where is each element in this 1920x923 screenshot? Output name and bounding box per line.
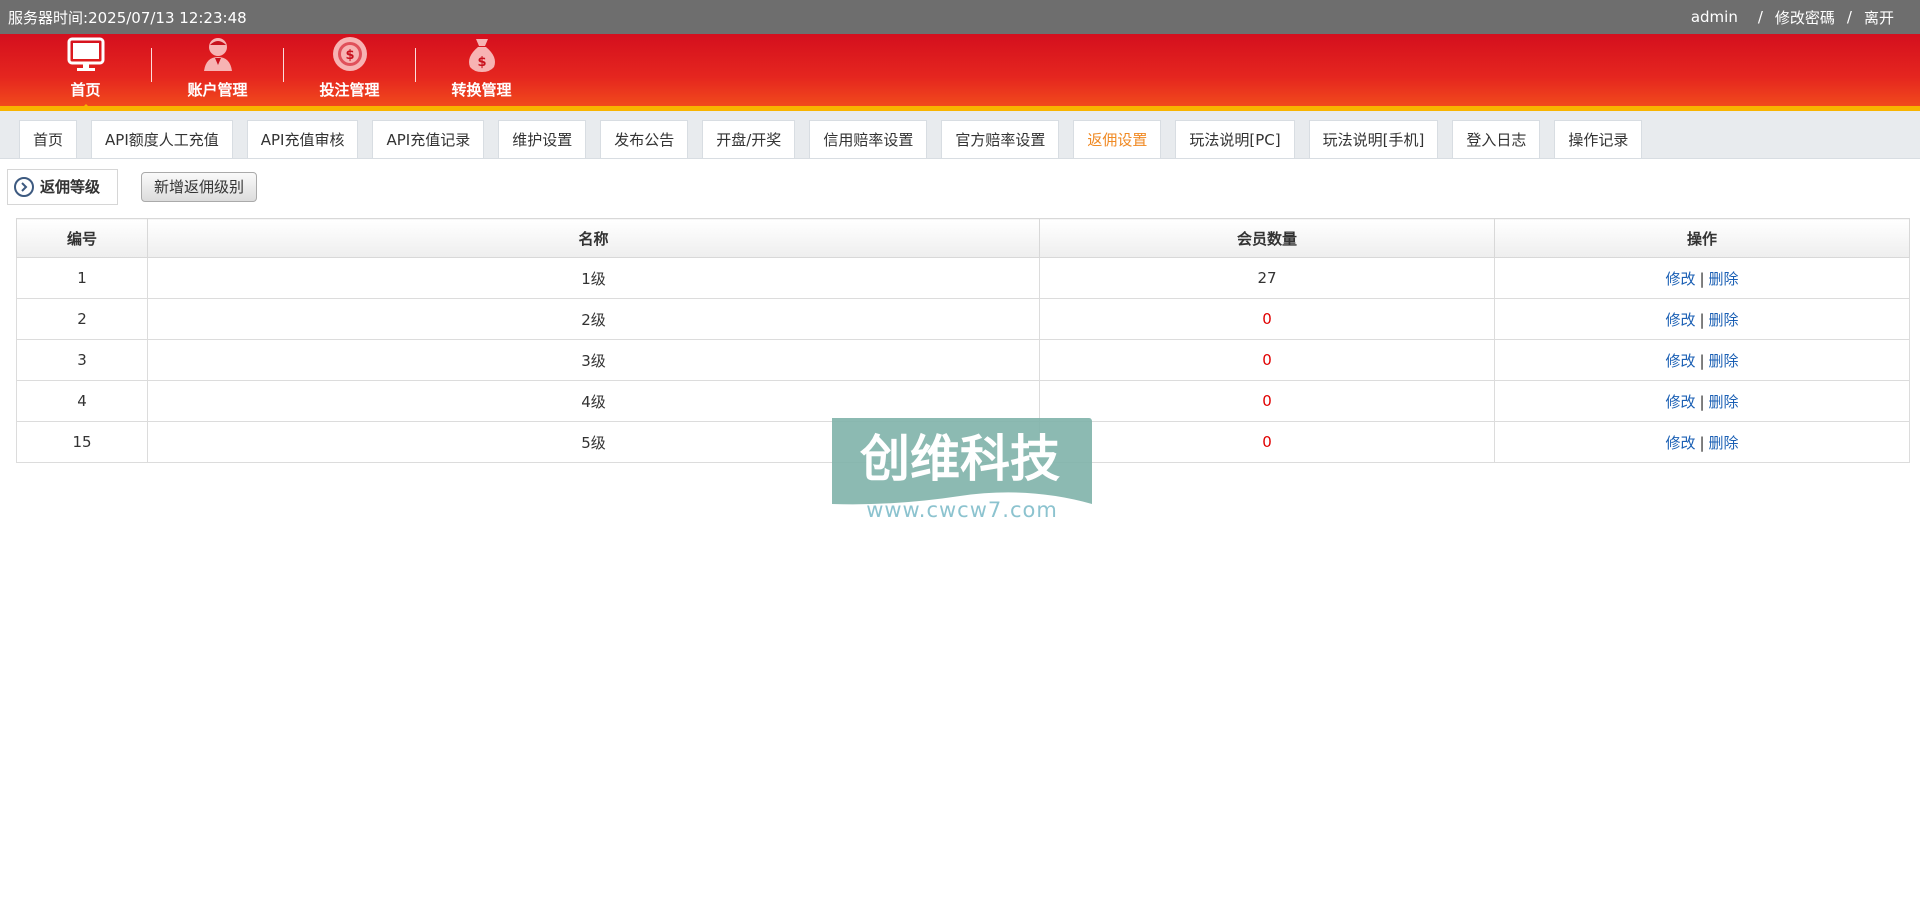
delete-link[interactable]: 删除 xyxy=(1709,434,1739,452)
watermark-logo: 创维科技 www.cwcw7.com xyxy=(832,418,1092,522)
tab-operation-log[interactable]: 操作记录 xyxy=(1554,120,1643,158)
nav-bets-label: 投注管理 xyxy=(319,81,380,99)
logout-link[interactable]: 离开 xyxy=(1864,7,1894,28)
cell-id: 2 xyxy=(16,298,148,340)
edit-link[interactable]: 修改 xyxy=(1665,393,1695,411)
server-time-label: 服务器时间: xyxy=(8,8,89,27)
tab-api-recharge-records[interactable]: API充值记录 xyxy=(372,120,485,158)
cell-id: 1 xyxy=(16,257,148,299)
cell-actions: 修改 | 删除 xyxy=(1494,298,1910,340)
table-row: 3 3级 0 修改 | 删除 xyxy=(16,339,1910,381)
cell-members: 0 xyxy=(1039,380,1495,422)
tab-bar: 首页 API额度人工充值 API充值审核 API充值记录 维护设置 发布公告 开… xyxy=(0,111,1920,159)
nav-transfers[interactable]: $ 转换管理 xyxy=(416,34,547,106)
delete-link[interactable]: 删除 xyxy=(1709,393,1739,411)
delete-link[interactable]: 删除 xyxy=(1709,270,1739,288)
edit-link[interactable]: 修改 xyxy=(1665,352,1695,370)
nav-bets[interactable]: $ 投注管理 xyxy=(284,34,415,106)
watermark-url: www.cwcw7.com xyxy=(866,498,1058,522)
change-password-link[interactable]: 修改密碼 xyxy=(1775,7,1835,28)
cell-name: 3级 xyxy=(147,339,1040,381)
svg-text:$: $ xyxy=(345,48,354,63)
svg-text:$: $ xyxy=(477,55,486,70)
server-time: 服务器时间:2025/07/13 12:23:48 xyxy=(8,7,247,28)
edit-link[interactable]: 修改 xyxy=(1665,270,1695,288)
server-time-value: 2025/07/13 12:23:48 xyxy=(88,8,247,27)
tab-api-recharge-review[interactable]: API充值审核 xyxy=(246,120,359,158)
action-separator: | xyxy=(1699,433,1705,452)
toolbar: 返佣等级 新增返佣级别 xyxy=(0,159,1920,214)
tab-maintenance-settings[interactable]: 维护设置 xyxy=(498,120,587,158)
tab-rules-mobile[interactable]: 玩法说明[手机] xyxy=(1308,120,1439,158)
top-status-bar: 服务器时间:2025/07/13 12:23:48 admin / 修改密碼 /… xyxy=(0,0,1920,34)
column-header-actions: 操作 xyxy=(1494,218,1910,258)
money-bag-icon: $ xyxy=(468,39,495,72)
action-separator: | xyxy=(1699,351,1705,370)
cell-name: 1级 xyxy=(147,257,1040,299)
main-nav: 首页 账户管理 $ 投注管理 $ 转换管理 xyxy=(0,34,1920,111)
cell-members: 0 xyxy=(1039,339,1495,381)
cell-id: 4 xyxy=(16,380,148,422)
column-header-name: 名称 xyxy=(147,218,1040,258)
user-icon xyxy=(203,38,232,71)
column-header-id: 编号 xyxy=(16,218,148,258)
section-title-text: 返佣等级 xyxy=(40,178,101,196)
section-title: 返佣等级 xyxy=(7,168,118,205)
nav-accounts[interactable]: 账户管理 xyxy=(152,34,283,106)
edit-link[interactable]: 修改 xyxy=(1665,434,1695,452)
nav-transfers-label: 转换管理 xyxy=(451,81,512,99)
cell-name: 2级 xyxy=(147,298,1040,340)
nav-home-label: 首页 xyxy=(70,81,101,99)
tab-official-odds[interactable]: 官方赔率设置 xyxy=(941,120,1060,158)
cell-actions: 修改 | 删除 xyxy=(1494,257,1910,299)
separator: / xyxy=(1757,8,1763,26)
tab-open-draw[interactable]: 开盘/开奖 xyxy=(702,120,796,158)
cell-actions: 修改 | 删除 xyxy=(1494,421,1910,463)
table-row: 2 2级 0 修改 | 删除 xyxy=(16,298,1910,340)
tab-api-manual-recharge[interactable]: API额度人工充值 xyxy=(91,120,233,158)
cell-id: 15 xyxy=(16,421,148,463)
nav-home[interactable]: 首页 xyxy=(20,34,151,111)
table-header-row: 编号 名称 会员数量 操作 xyxy=(16,218,1910,258)
edit-link[interactable]: 修改 xyxy=(1665,311,1695,329)
table-row: 1 1级 27 修改 | 删除 xyxy=(16,257,1910,299)
action-separator: | xyxy=(1699,310,1705,329)
tab-credit-odds[interactable]: 信用赔率设置 xyxy=(809,120,928,158)
column-header-members: 会员数量 xyxy=(1039,218,1495,258)
cell-id: 3 xyxy=(16,339,148,381)
monitor-icon xyxy=(67,37,104,71)
tab-home[interactable]: 首页 xyxy=(19,120,78,158)
chevron-right-icon xyxy=(14,176,34,197)
watermark-title: 创维科技 xyxy=(860,430,1060,488)
cell-actions: 修改 | 删除 xyxy=(1494,380,1910,422)
username: admin xyxy=(1690,8,1738,26)
user-menu: admin / 修改密碼 / 离开 xyxy=(1685,7,1912,28)
cell-members: 27 xyxy=(1039,257,1495,299)
coin-icon: $ xyxy=(332,37,367,71)
delete-link[interactable]: 删除 xyxy=(1709,311,1739,329)
add-rebate-level-button[interactable]: 新增返佣级别 xyxy=(141,171,258,202)
delete-link[interactable]: 删除 xyxy=(1709,352,1739,370)
tab-rules-pc[interactable]: 玩法说明[PC] xyxy=(1175,120,1295,158)
tab-login-log[interactable]: 登入日志 xyxy=(1452,120,1541,158)
cell-members: 0 xyxy=(1039,298,1495,340)
tab-rebate-settings[interactable]: 返佣设置 xyxy=(1073,120,1162,158)
cell-actions: 修改 | 删除 xyxy=(1494,339,1910,381)
nav-accounts-label: 账户管理 xyxy=(187,81,248,99)
action-separator: | xyxy=(1699,269,1705,288)
tab-announcements[interactable]: 发布公告 xyxy=(600,120,689,158)
cell-members: 0 xyxy=(1039,421,1495,463)
action-separator: | xyxy=(1699,392,1705,411)
separator: / xyxy=(1846,8,1852,26)
